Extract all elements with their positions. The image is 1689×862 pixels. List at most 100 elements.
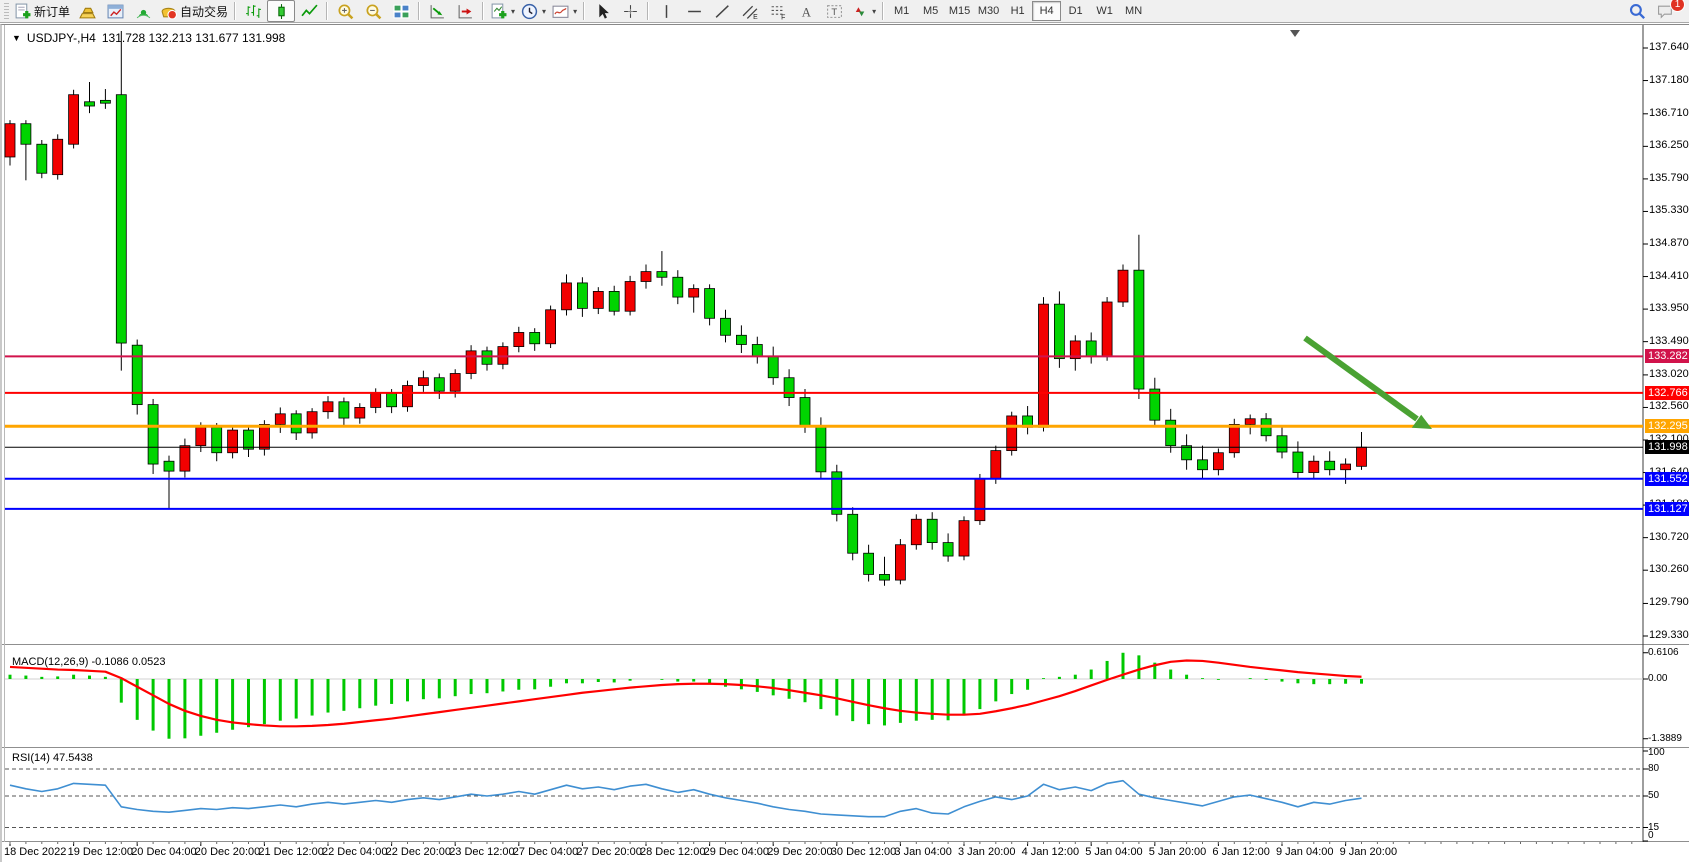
horizontal-line-button[interactable] <box>680 0 708 22</box>
new-order-button[interactable]: 新订单 <box>11 0 73 22</box>
candle-body <box>1086 341 1096 357</box>
indicators-dropdown-caret-icon[interactable]: ▾ <box>511 7 515 16</box>
candle-body <box>784 378 794 398</box>
candle-body <box>514 332 524 346</box>
time-label: 20 Dec 20:00 <box>195 846 260 858</box>
candle-body <box>116 95 126 343</box>
fibonacci-button[interactable]: F <box>764 0 792 22</box>
crosshair-button[interactable] <box>616 0 644 22</box>
candle-body <box>546 310 556 344</box>
candle-body <box>164 461 174 471</box>
candle-body <box>880 574 890 580</box>
candle-body <box>1245 419 1255 425</box>
rsi-axis-tick: 80 <box>1648 763 1659 774</box>
periods-button[interactable]: ▾ <box>518 0 549 22</box>
candle-body <box>85 102 95 106</box>
periods-dropdown-caret-icon[interactable]: ▾ <box>542 7 546 16</box>
symbol-menu-caret-icon[interactable]: ▼ <box>12 33 21 43</box>
auto-scroll-button[interactable] <box>423 0 451 22</box>
zoom-out-button[interactable] <box>359 0 387 22</box>
timeframe-h1-button[interactable]: H1 <box>1003 1 1032 21</box>
candle-body <box>148 405 158 464</box>
timeframe-m5-button[interactable]: M5 <box>916 1 945 21</box>
timeframe-h4-button[interactable]: H4 <box>1032 1 1061 21</box>
text-label-button[interactable]: T <box>820 0 848 22</box>
candle-body <box>959 521 969 556</box>
time-label: 22 Dec 04:00 <box>322 846 387 858</box>
tile-windows-button[interactable] <box>387 0 415 22</box>
chart-shift-button[interactable] <box>451 0 479 22</box>
timeframe-d1-button[interactable]: D1 <box>1061 1 1090 21</box>
arrows-tool-dropdown-caret-icon[interactable]: ▾ <box>872 7 876 16</box>
candle-body <box>307 412 317 433</box>
candle-body <box>355 407 365 418</box>
templates-button[interactable]: ▾ <box>549 0 580 22</box>
candle-body <box>1325 461 1335 469</box>
timeframe-m1-button[interactable]: M1 <box>887 1 916 21</box>
candle-body <box>228 430 238 453</box>
timeframe-m15-button[interactable]: M15 <box>945 1 974 21</box>
indicators-icon <box>490 3 507 20</box>
time-label: 4 Jan 12:00 <box>1022 846 1080 858</box>
time-label: 9 Jan 04:00 <box>1276 846 1334 858</box>
chart-window-button[interactable] <box>101 0 129 22</box>
vertical-line-button[interactable] <box>652 0 680 22</box>
time-label: 3 Jan 20:00 <box>958 846 1016 858</box>
price-badge-133.282: 133.282 <box>1645 349 1689 363</box>
candle-body <box>180 446 190 471</box>
trendline-button[interactable] <box>708 0 736 22</box>
toolbar-separator <box>234 2 236 20</box>
candle-body <box>482 351 492 364</box>
price-tick: 135.790 <box>1649 172 1689 184</box>
candle-chart-button[interactable] <box>267 0 295 22</box>
text-button[interactable]: A <box>792 0 820 22</box>
line-chart-button[interactable] <box>295 0 323 22</box>
arrows-tool-button[interactable]: ▾ <box>848 0 879 22</box>
candle-body <box>1007 416 1017 451</box>
auto-trade-button[interactable]: 自动交易 <box>157 0 231 22</box>
price-tick: 129.790 <box>1649 596 1689 608</box>
timeframe-m30-button[interactable]: M30 <box>974 1 1003 21</box>
price-tick: 137.180 <box>1649 74 1689 86</box>
channel-button[interactable]: E <box>736 0 764 22</box>
time-label: 27 Dec 04:00 <box>513 846 578 858</box>
macd-label: MACD(12,26,9) -0.1086 0.0523 <box>12 656 165 668</box>
candle-body <box>800 398 810 426</box>
candle-body <box>1198 460 1208 470</box>
candle-body <box>291 414 301 433</box>
chart-canvas[interactable] <box>2 25 1689 862</box>
candle-body <box>577 283 587 308</box>
macd-axis-tick: 0.00 <box>1648 673 1667 684</box>
time-label: 5 Jan 04:00 <box>1085 846 1143 858</box>
chart-window-icon <box>107 3 124 20</box>
gold-bars-button[interactable] <box>73 0 101 22</box>
zoom-in-button[interactable] <box>331 0 359 22</box>
candle-body <box>895 545 905 580</box>
mt4-terminal: 新订单 自动交易 ▾ ▾ ▾ EFAT ▾ M1M5M15M30H1H4D1W1MN 1 ▼ U… <box>0 0 1689 862</box>
zoom-in-icon <box>337 3 354 20</box>
toolbar-separator <box>647 2 649 20</box>
auto-trade-icon <box>160 3 177 20</box>
search-button[interactable] <box>1623 0 1651 22</box>
candle-body <box>403 386 413 407</box>
templates-dropdown-caret-icon[interactable]: ▾ <box>573 7 577 16</box>
candle-body <box>927 519 937 542</box>
signal-button[interactable] <box>129 0 157 22</box>
candle-body <box>593 291 603 308</box>
cursor-button[interactable] <box>588 0 616 22</box>
svg-text:A: A <box>801 5 811 19</box>
notifications-button[interactable]: 1 <box>1651 0 1679 22</box>
timeframe-w1-button[interactable]: W1 <box>1090 1 1119 21</box>
chart-title-line[interactable]: ▼ USDJPY-,H4 131.728 132.213 131.677 131… <box>12 31 285 45</box>
crosshair-icon <box>622 3 639 20</box>
time-label: 3 Jan 04:00 <box>894 846 952 858</box>
price-badge-131.127: 131.127 <box>1645 502 1689 516</box>
rsi-label: RSI(14) 47.5438 <box>12 752 93 764</box>
zoom-out-icon <box>365 3 382 20</box>
indicators-button[interactable]: ▾ <box>487 0 518 22</box>
toolbar-separator <box>418 2 420 20</box>
bar-chart-button[interactable] <box>239 0 267 22</box>
candle-body <box>259 424 269 449</box>
candle-body <box>339 402 349 418</box>
timeframe-mn-button[interactable]: MN <box>1119 1 1148 21</box>
